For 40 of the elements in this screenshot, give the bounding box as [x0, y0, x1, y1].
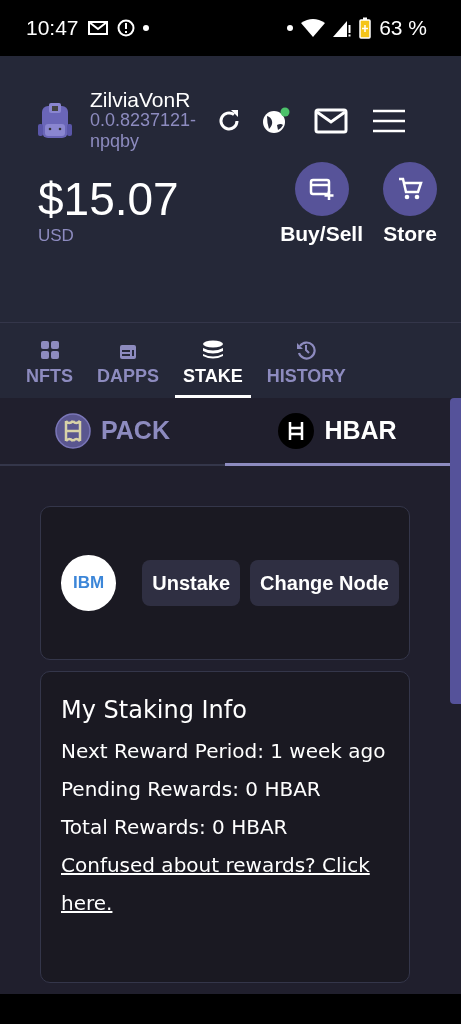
account-name: ZilviaVonR: [90, 90, 192, 110]
nav-tab[interactable]: HISTORY: [258, 323, 354, 398]
buy-sell-button[interactable]: Buy/Sell: [280, 162, 363, 246]
window-icon: [119, 344, 137, 360]
staking-info-line: Next Reward Period: 1 week ago: [61, 738, 387, 765]
nav-tab[interactable]: DAPPS: [89, 323, 167, 398]
globe-icon[interactable]: [262, 107, 290, 135]
nav-tab[interactable]: STAKE: [175, 323, 251, 398]
rewards-help-link[interactable]: Confused about rewards? Click here.: [61, 846, 389, 922]
nav-tab[interactable]: NFTS: [18, 323, 81, 398]
pack-logo-icon: [55, 412, 91, 449]
battery-icon: [359, 17, 372, 39]
signal-icon: [333, 19, 352, 37]
coins-icon: [201, 340, 224, 360]
mail-icon[interactable]: [314, 108, 348, 134]
staking-info-line: Total Rewards: 0 HBAR: [61, 814, 289, 841]
unstake-button[interactable]: Unstake: [142, 560, 241, 606]
node-logo: IBM: [61, 555, 117, 611]
balance-amount: $15.07: [38, 174, 180, 224]
wifi-icon: [301, 19, 326, 37]
clock: 10:47: [26, 16, 79, 40]
card-plus-icon: [308, 177, 335, 201]
alert-icon: [116, 19, 135, 37]
scrollbar-thumb[interactable]: [450, 398, 461, 704]
notification-dot-icon: [287, 25, 294, 31]
backpack-avatar-icon: [38, 102, 72, 140]
history-icon: [296, 340, 317, 360]
battery-percent: 63 %: [379, 16, 427, 40]
mail-icon: [86, 20, 109, 36]
cart-icon: [397, 176, 423, 202]
change-node-button[interactable]: Change Node: [250, 560, 399, 606]
token-tab[interactable]: PACK: [0, 398, 225, 466]
notification-dot-icon: [142, 25, 149, 31]
staking-info-title: My Staking Info: [61, 696, 248, 724]
menu-icon[interactable]: [372, 109, 406, 133]
grid-icon: [39, 340, 60, 360]
hbar-logo-icon: [278, 412, 315, 449]
currency-label: USD: [38, 226, 75, 246]
account-id: 0.0.8237121-npqby: [90, 110, 198, 152]
staking-info-line: Pending Rewards: 0 HBAR: [61, 776, 322, 803]
